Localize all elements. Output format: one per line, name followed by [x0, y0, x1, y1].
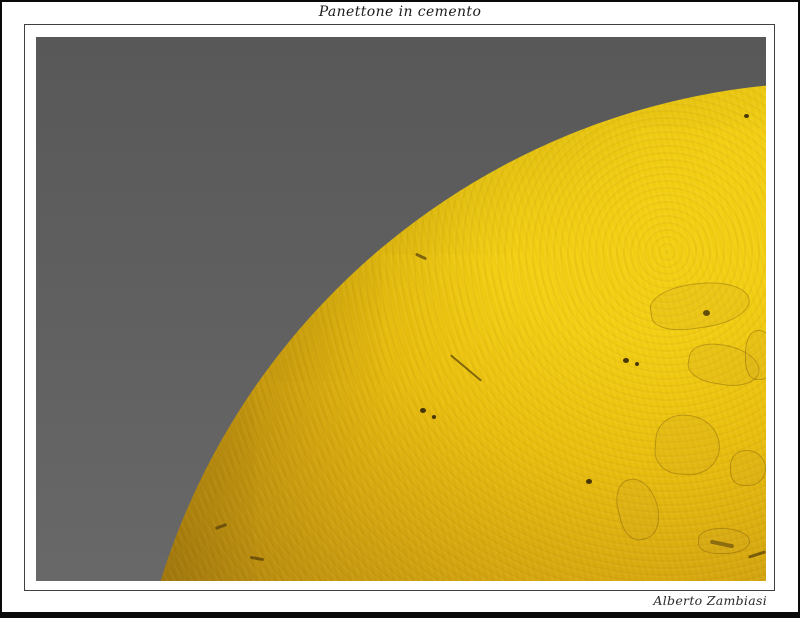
- yellow-sphere: [129, 82, 766, 581]
- blemish-dot: [586, 479, 592, 484]
- blemish-dot: [623, 358, 629, 363]
- blemish-patch: [745, 330, 766, 380]
- blemish-dot: [635, 362, 639, 366]
- photographer-signature: Alberto Zambiasi: [653, 593, 767, 608]
- blemish-dot: [432, 415, 436, 419]
- photo: [36, 37, 766, 581]
- blemish-dot: [744, 114, 749, 118]
- photo-title: Panettone in cemento: [0, 1, 800, 24]
- blemish-patch: [730, 450, 766, 486]
- blemish-dot: [420, 408, 426, 413]
- framed-photograph: Panettone in cemento Alberto Zambiasi: [0, 0, 800, 618]
- blemish-patch: [698, 528, 750, 554]
